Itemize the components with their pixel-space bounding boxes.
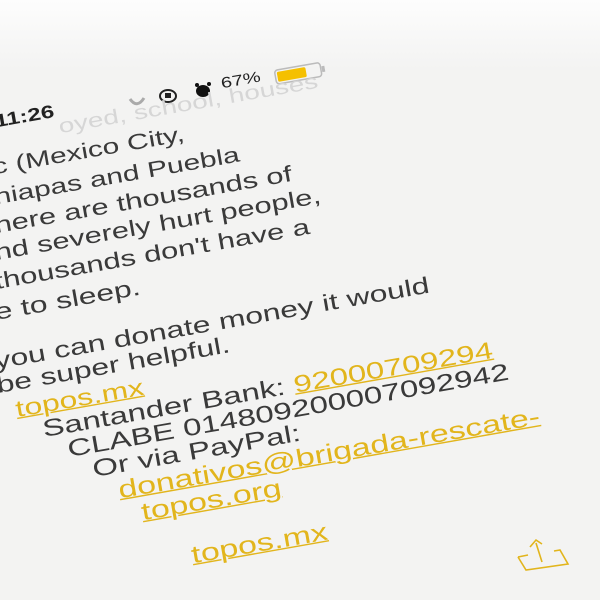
status-time: 11:26 bbox=[0, 101, 56, 132]
note-faint-line: oyed, school, houses bbox=[56, 69, 320, 138]
share-icon[interactable] bbox=[512, 535, 572, 575]
topos-mx-link-2[interactable]: topos.mx bbox=[189, 518, 330, 569]
